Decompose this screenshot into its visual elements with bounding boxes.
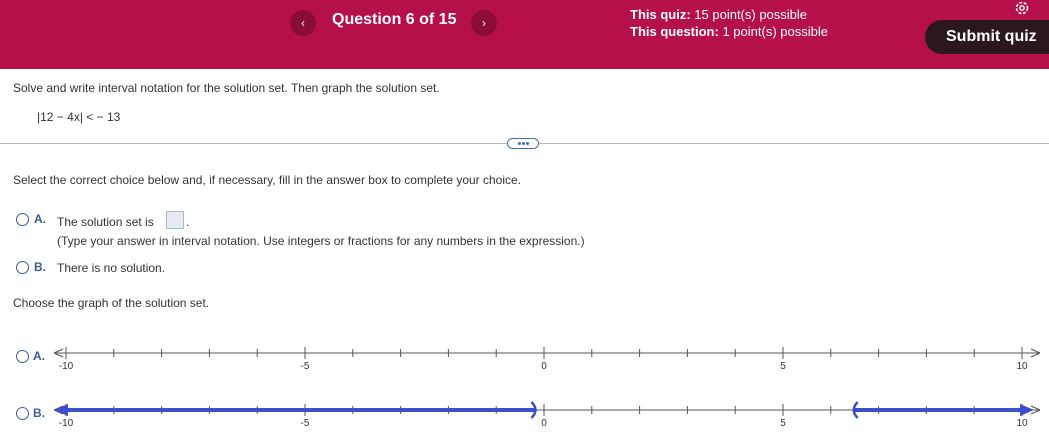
choice-a-hint: (Type your answer in interval notation. … xyxy=(57,234,585,248)
choice-a-radio[interactable] xyxy=(16,213,29,226)
choice-a-letter: A. xyxy=(34,212,46,226)
tick-label: 0 xyxy=(541,418,547,429)
problem-expression: |12 − 4x| < − 13 xyxy=(37,110,121,124)
choice-prompt: Select the correct choice below and, if … xyxy=(13,173,522,187)
more-options-button[interactable] xyxy=(507,138,539,149)
choice-a-text: The solution set is xyxy=(57,215,154,229)
gear-icon[interactable] xyxy=(1013,0,1031,17)
tick-label: 5 xyxy=(780,361,786,372)
tick-label: -5 xyxy=(301,361,310,372)
tick-label: 10 xyxy=(1016,418,1028,429)
graph-prompt: Choose the graph of the solution set. xyxy=(13,296,210,310)
question-counter: Question 6 of 15 xyxy=(332,11,457,28)
tick-label: 10 xyxy=(1016,361,1028,372)
tick-label: -10 xyxy=(59,418,74,429)
tick-label: 5 xyxy=(780,418,786,429)
choice-b-text: There is no solution. xyxy=(57,261,166,275)
graph-a-number-line: -10 -5 0 5 10 xyxy=(53,347,1041,372)
previous-question-button[interactable]: ‹ xyxy=(290,10,316,36)
choice-b-letter: B. xyxy=(34,260,46,274)
tick-label: -10 xyxy=(59,361,74,372)
points-info: This quiz: 15 point(s) possible This que… xyxy=(630,6,828,40)
question-points-value: 1 point(s) possible xyxy=(722,24,828,39)
choice-a-period: . xyxy=(186,215,190,229)
choice-b-radio[interactable] xyxy=(16,261,29,274)
quiz-points-value: 15 point(s) possible xyxy=(694,7,808,22)
next-question-button[interactable]: › xyxy=(471,10,497,36)
graph-b-radio[interactable] xyxy=(16,407,29,420)
graph-a-radio[interactable] xyxy=(16,350,29,363)
tick-label: 0 xyxy=(541,361,547,372)
question-points-label: This question: xyxy=(630,24,719,39)
graph-b-letter: B. xyxy=(33,406,45,420)
submit-quiz-button[interactable]: Submit quiz xyxy=(925,20,1049,54)
tick-label: -5 xyxy=(301,418,310,429)
graph-b-number-line: -10 -5 0 5 10 xyxy=(53,401,1041,429)
graph-a-letter: A. xyxy=(33,349,45,363)
problem-instructions: Solve and write interval notation for th… xyxy=(13,81,440,95)
quiz-points-label: This quiz: xyxy=(630,7,691,22)
interval-answer-input[interactable] xyxy=(166,211,184,229)
shaded-left-arrow xyxy=(54,404,68,416)
quiz-header: ‹ Question 6 of 15 › This quiz: 15 point… xyxy=(0,0,1049,69)
shaded-right-arrow xyxy=(1020,404,1034,416)
